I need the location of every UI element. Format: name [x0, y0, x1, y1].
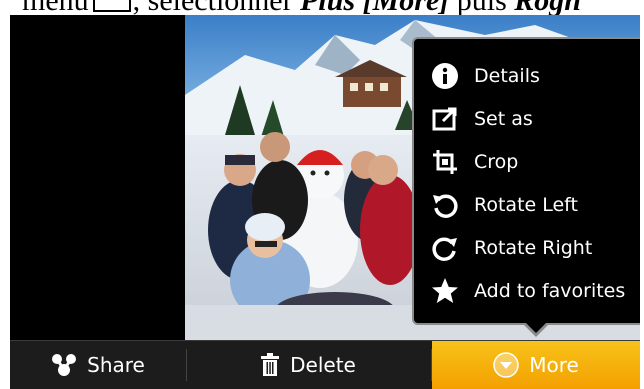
more-label: More [529, 353, 579, 377]
menu-item-label: Rotate Right [474, 236, 593, 259]
menu-pointer-inner [524, 321, 548, 333]
chevron-down-circle-icon [493, 352, 519, 378]
action-bar: Share Delete More [10, 340, 640, 389]
delete-label: Delete [290, 353, 356, 377]
menu-item-rotate-left[interactable]: Rotate Left [414, 183, 640, 226]
menu-item-label: Add to favorites [474, 279, 626, 302]
share-button[interactable]: Share [10, 341, 186, 389]
menu-item-label: Details [474, 64, 540, 87]
menu-item-add-to-favorites[interactable]: Add to favorites [414, 269, 640, 312]
menu-item-label: Set as [474, 107, 533, 130]
rotate-left-icon [430, 190, 460, 220]
info-icon [430, 61, 460, 91]
menu-item-crop[interactable]: Crop [414, 140, 640, 183]
phone-screen: Details Set as Crop Rotate Left Rotate R… [10, 15, 640, 389]
menu-item-set-as[interactable]: Set as [414, 97, 640, 140]
letterbox-left [10, 15, 185, 340]
delete-button[interactable]: Delete [186, 341, 430, 389]
trash-icon [260, 353, 280, 377]
share-icon [51, 353, 77, 377]
star-icon [430, 276, 460, 306]
document-caption: menu, sélectionner Plus [More] puis Rogn [0, 0, 644, 16]
rotate-right-icon [430, 233, 460, 263]
menu-item-label: Rotate Left [474, 193, 578, 216]
share-label: Share [87, 353, 145, 377]
menu-item-details[interactable]: Details [414, 54, 640, 97]
context-menu: Details Set as Crop Rotate Left Rotate R… [412, 37, 640, 325]
menu-item-label: Crop [474, 150, 519, 173]
crop-icon [430, 147, 460, 177]
menu-key-icon [92, 0, 131, 12]
menu-item-rotate-right[interactable]: Rotate Right [414, 226, 640, 269]
set-as-icon [430, 104, 460, 134]
more-button[interactable]: More [432, 341, 640, 389]
